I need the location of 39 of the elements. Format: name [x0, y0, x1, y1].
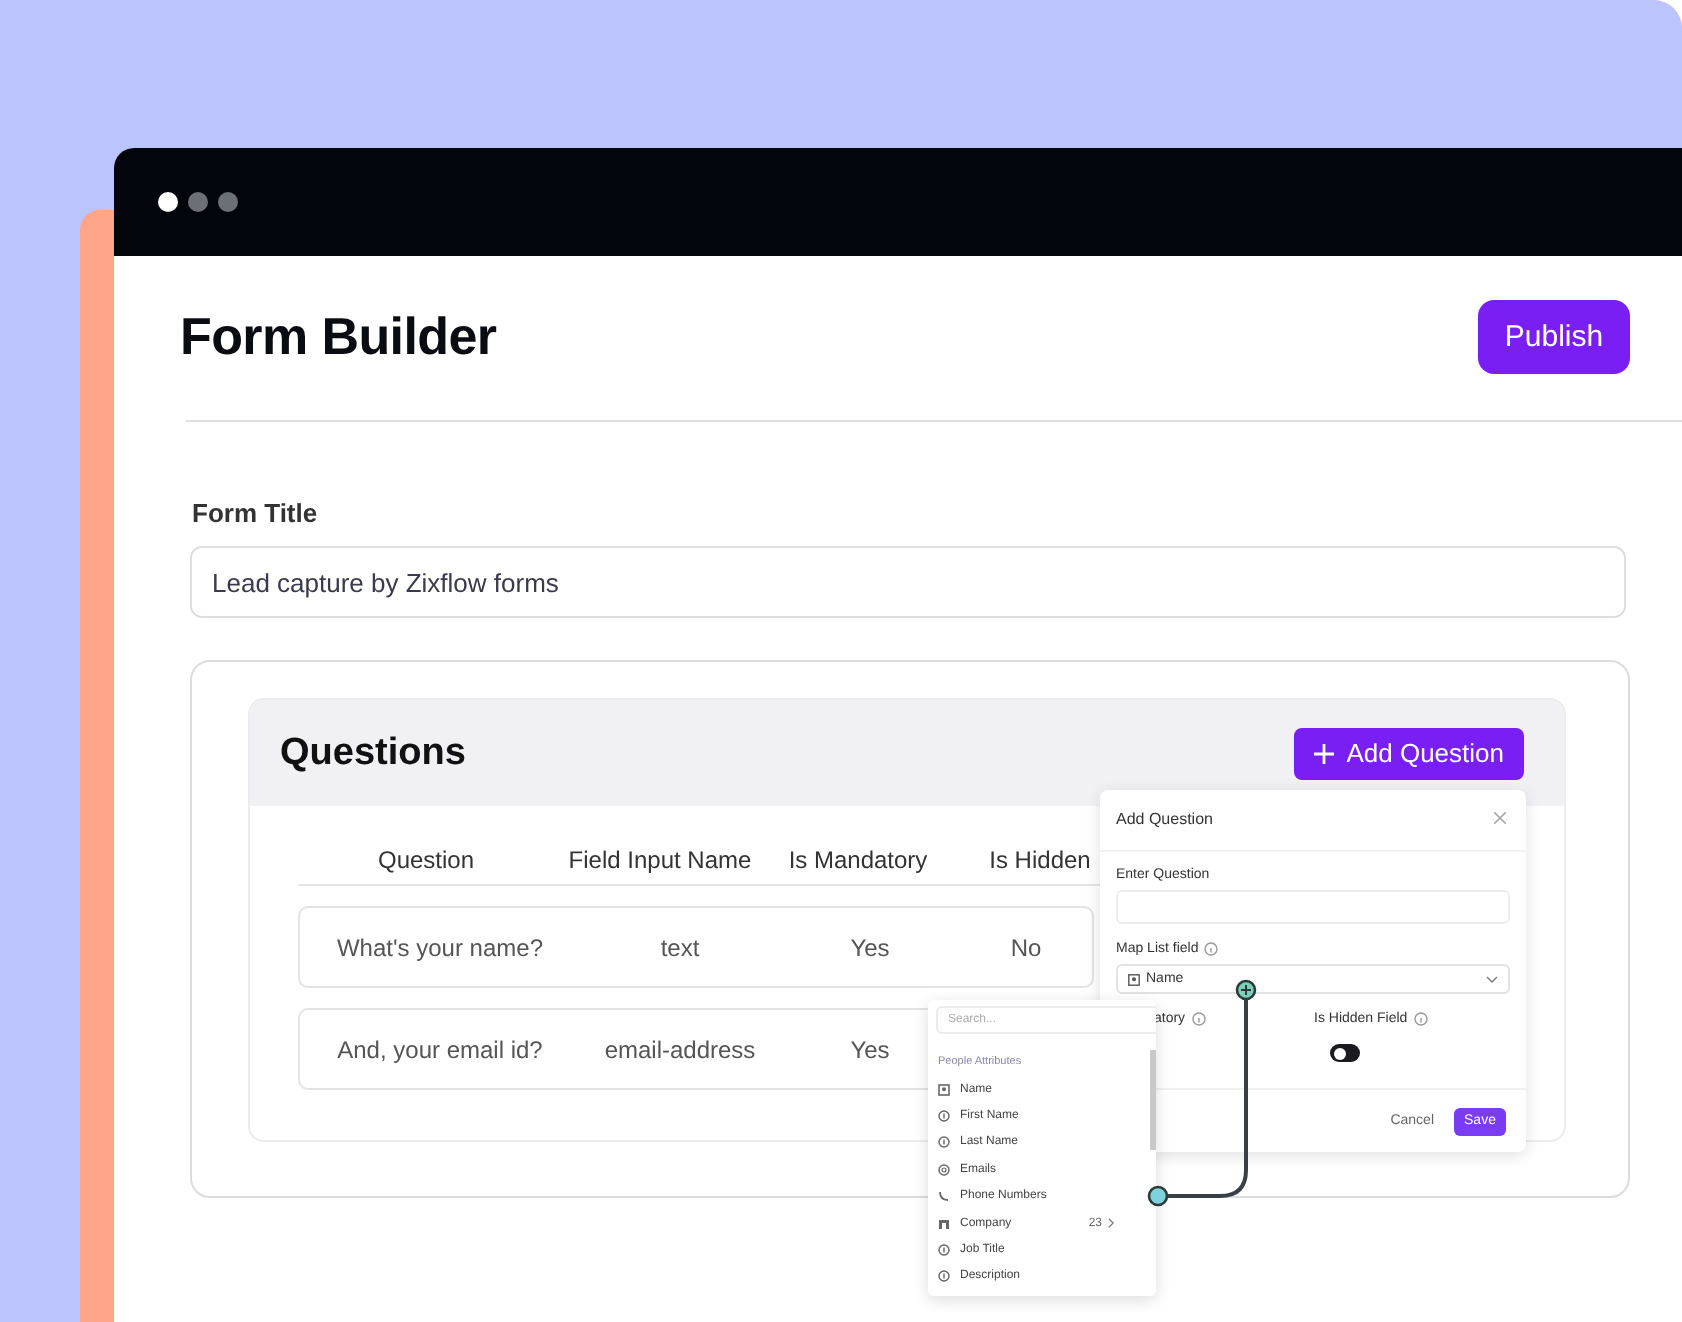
table-cell-text: What's your name? [334, 933, 545, 961]
page-title: Form Builder [180, 306, 497, 368]
add-question-button[interactable]: Add Question [1294, 727, 1524, 779]
info-icon [1204, 942, 1219, 956]
phone-icon [938, 1190, 950, 1203]
question-row[interactable]: What's your name? text Yes No [298, 906, 1094, 988]
hidden-toggle[interactable] [1330, 1044, 1360, 1062]
circle-icon [938, 1163, 950, 1176]
table-cell-text: email-address [602, 1035, 758, 1063]
info-icon [1413, 1012, 1428, 1026]
info-icon [938, 1136, 950, 1149]
dialog-title: Add Question [1116, 809, 1213, 827]
column-header: Is Mandatory [786, 845, 930, 873]
id-card-icon [938, 1083, 950, 1096]
info-icon [938, 1270, 950, 1283]
window-dot-icon [158, 192, 178, 212]
table-cell-text: And, your email id? [335, 1035, 545, 1063]
close-icon[interactable] [1494, 812, 1506, 824]
plus-icon [1314, 743, 1335, 763]
field-label: Form Title [192, 498, 318, 528]
info-icon [1191, 1012, 1206, 1026]
scrollbar[interactable] [1150, 1050, 1156, 1150]
chevron-right-icon [1108, 1218, 1114, 1229]
id-card-icon [1128, 973, 1140, 985]
table-cell-text: No [1008, 933, 1044, 961]
column-header: Field Input Name [566, 845, 754, 873]
column-header: Is Hidden [987, 845, 1093, 873]
info-icon [938, 1110, 950, 1123]
section-title: Questions [280, 731, 466, 775]
table-cell-text: text [658, 933, 702, 961]
info-icon [938, 1244, 950, 1257]
publish-button[interactable]: Publish [1478, 300, 1630, 374]
chevron-down-icon [1486, 975, 1498, 983]
table-cell-text: Yes [848, 933, 892, 961]
column-header: Question [375, 845, 477, 873]
form-title-field[interactable]: Lead capture by Zixflow forms [190, 546, 1626, 618]
window-dot-icon [218, 192, 238, 212]
building-icon [938, 1217, 950, 1230]
window-dot-icon [188, 192, 208, 212]
